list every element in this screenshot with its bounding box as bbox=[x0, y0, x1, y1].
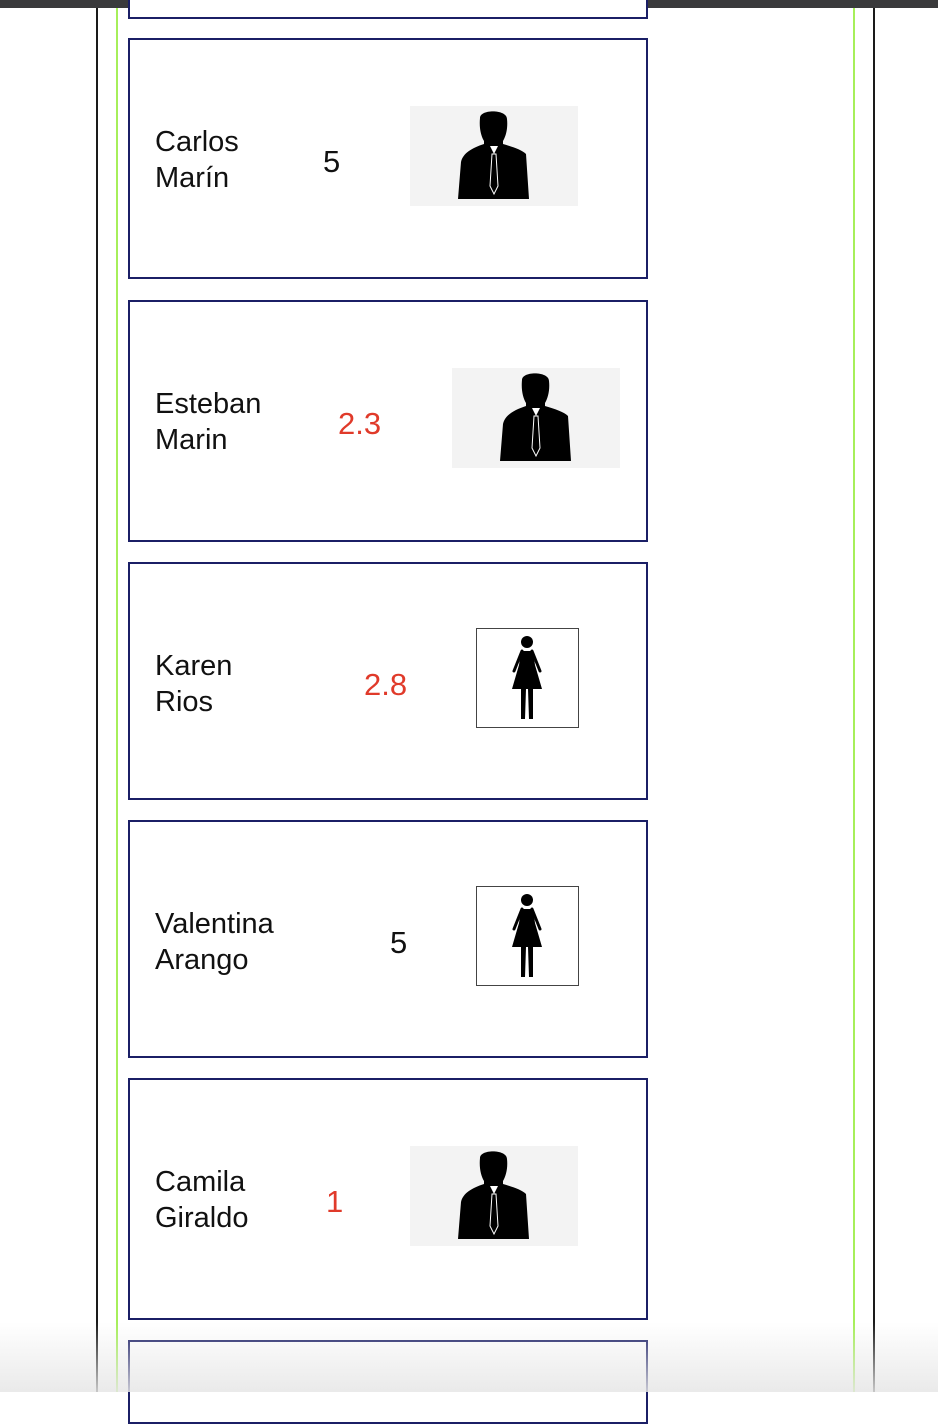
container-border-left bbox=[96, 8, 98, 1392]
score-value: 2.8 bbox=[364, 667, 408, 702]
last-name: Marín bbox=[155, 162, 230, 194]
score-value: 2.3 bbox=[338, 406, 382, 441]
person-name: Carlos Marín bbox=[155, 124, 239, 196]
last-name: Giraldo bbox=[155, 1202, 249, 1234]
inner-border-left bbox=[116, 8, 118, 1392]
first-name: Karen bbox=[155, 650, 233, 682]
person-card[interactable]: Esteban Marin 2.3 bbox=[128, 300, 648, 542]
person-card[interactable]: Camila Giraldo 1 bbox=[128, 1078, 648, 1320]
female-figure-icon bbox=[476, 886, 579, 986]
last-name: Arango bbox=[155, 944, 249, 976]
person-card[interactable]: Carlos Marín 5 bbox=[128, 38, 648, 279]
card-partial-top bbox=[128, 0, 648, 19]
first-name: Valentina bbox=[155, 908, 274, 940]
inner-border-right bbox=[853, 8, 855, 1392]
female-figure-icon bbox=[476, 628, 579, 728]
first-name: Carlos bbox=[155, 126, 239, 158]
male-silhouette-icon bbox=[410, 106, 578, 206]
first-name: Camila bbox=[155, 1166, 246, 1198]
score-value: 1 bbox=[326, 1184, 344, 1219]
score-value: 5 bbox=[390, 925, 408, 960]
person-name: Valentina Arango bbox=[155, 906, 274, 978]
person-name: Karen Rios bbox=[155, 648, 232, 720]
person-name: Esteban Marin bbox=[155, 386, 261, 458]
last-name: Rios bbox=[155, 686, 214, 718]
person-name: Camila Giraldo bbox=[155, 1164, 249, 1236]
card-partial-bottom bbox=[128, 1340, 648, 1424]
container-border-right bbox=[873, 8, 875, 1392]
male-silhouette-icon bbox=[410, 1146, 578, 1246]
person-card[interactable]: Valentina Arango 5 bbox=[128, 820, 648, 1058]
person-card[interactable]: Karen Rios 2.8 bbox=[128, 562, 648, 800]
last-name: Marin bbox=[155, 424, 228, 456]
male-silhouette-icon bbox=[452, 368, 620, 468]
score-value: 5 bbox=[323, 144, 341, 179]
first-name: Esteban bbox=[155, 388, 262, 420]
